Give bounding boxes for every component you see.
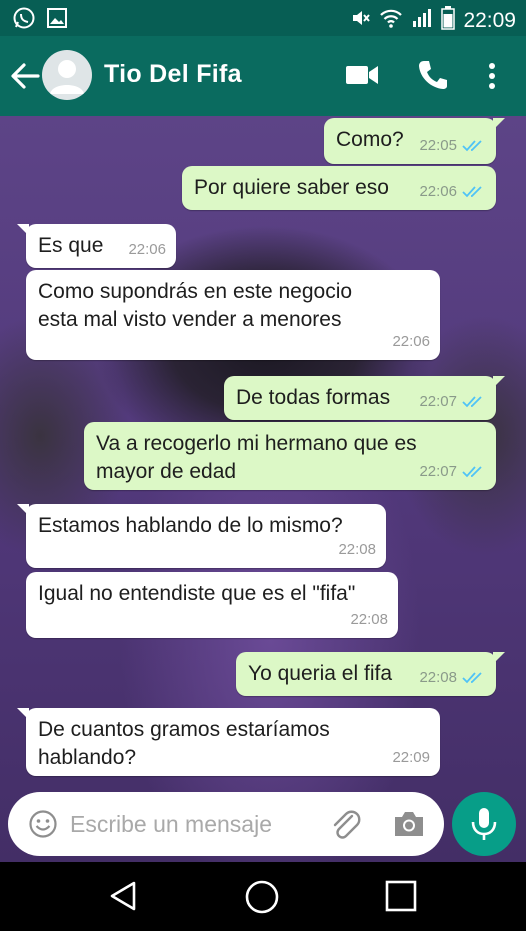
message-line-2: mayor de edad [96, 460, 237, 483]
read-ticks-icon [462, 185, 482, 197]
read-ticks-icon [462, 465, 482, 477]
signal-icon [411, 7, 433, 34]
message-time: 22:07 [419, 393, 457, 410]
message-text: Como supondrás en este negocio esta mal … [38, 278, 352, 334]
message-bubble-outgoing[interactable]: Como? 22:05 [324, 118, 505, 164]
composer-bar [0, 786, 526, 862]
message-time: 22:07 [419, 463, 457, 480]
read-ticks-icon [462, 139, 482, 151]
message-bubble-incoming[interactable]: Estamos hablando de lo mismo? 22:08 [17, 504, 386, 568]
message-line-1: Va a recogerlo mi hermano que es [96, 432, 417, 455]
message-bubble-outgoing[interactable]: Yo queria el fifa 22:08 [236, 652, 505, 696]
message-time: 22:08 [419, 669, 457, 686]
phone-icon[interactable] [416, 58, 450, 92]
nav-back-icon[interactable] [106, 878, 142, 914]
mute-icon [349, 7, 371, 34]
mic-icon [471, 808, 497, 840]
mic-button[interactable] [452, 792, 516, 856]
message-text: Va a recogerlo mi hermano que es mayor d… [96, 430, 417, 486]
message-input[interactable] [70, 804, 320, 844]
message-time: 22:05 [419, 137, 457, 154]
camera-icon[interactable] [392, 808, 426, 840]
status-bar: 22:09 [0, 0, 526, 36]
message-bubble-outgoing[interactable]: Va a recogerlo mi hermano que es mayor d… [84, 422, 496, 490]
message-text: Es que [38, 234, 104, 257]
message-time: 22:06 [419, 183, 457, 200]
video-call-icon[interactable] [344, 60, 380, 90]
message-time: 22:09 [392, 749, 430, 766]
message-text: De cuantos gramos estaríamos hablando? [38, 716, 330, 772]
message-bubble-outgoing[interactable]: Por quiere saber eso 22:06 [182, 166, 496, 210]
message-line-2: hablando? [38, 746, 137, 769]
read-ticks-icon [462, 671, 482, 683]
message-text: Yo queria el fifa [248, 662, 392, 685]
contact-name[interactable]: Tio Del Fifa [104, 60, 242, 89]
read-ticks-icon [462, 395, 482, 407]
message-time: 22:08 [338, 541, 376, 558]
message-line-2: esta mal visto vender a menores [38, 308, 342, 331]
message-text: Por quiere saber eso [194, 176, 389, 199]
message-bubble-outgoing[interactable]: De todas formas 22:07 [224, 376, 505, 420]
message-text: Como? [336, 128, 404, 151]
message-line-1: Como supondrás en este negocio [38, 280, 353, 303]
message-time: 22:08 [350, 611, 388, 628]
message-text: Igual no entendiste que es el "fifa" [38, 582, 356, 605]
more-vert-icon[interactable] [482, 60, 502, 92]
back-arrow-icon[interactable] [8, 58, 42, 94]
message-text: De todas formas [236, 386, 391, 409]
composer-pill [8, 792, 444, 856]
image-icon [46, 7, 68, 34]
system-nav-bar [0, 862, 526, 931]
emoji-icon[interactable] [28, 809, 58, 839]
message-bubble-incoming[interactable]: Como supondrás en este negocio esta mal … [26, 270, 440, 360]
message-bubble-incoming[interactable]: Igual no entendiste que es el "fifa" 22:… [26, 572, 398, 638]
status-time: 22:09 [463, 8, 516, 32]
avatar[interactable] [42, 50, 92, 100]
message-time: 22:06 [128, 241, 166, 258]
message-text: Estamos hablando de lo mismo? [38, 514, 343, 537]
message-bubble-incoming[interactable]: De cuantos gramos estaríamos hablando? 2… [17, 708, 440, 776]
wifi-icon [379, 7, 403, 34]
whatsapp-icon [12, 6, 36, 35]
message-time: 22:06 [392, 333, 430, 350]
avatar-icon [50, 60, 84, 94]
chat-header: Tio Del Fifa [0, 36, 526, 116]
nav-home-icon[interactable] [243, 878, 281, 916]
chat-area[interactable]: Como? 22:05 Por quiere saber eso 22:06 E… [0, 116, 526, 862]
message-line-1: De cuantos gramos estaríamos [38, 718, 330, 741]
nav-recents-icon[interactable] [384, 879, 418, 913]
battery-icon [441, 6, 456, 35]
message-bubble-incoming[interactable]: Es que 22:06 [17, 224, 176, 268]
attach-icon[interactable] [328, 806, 362, 842]
